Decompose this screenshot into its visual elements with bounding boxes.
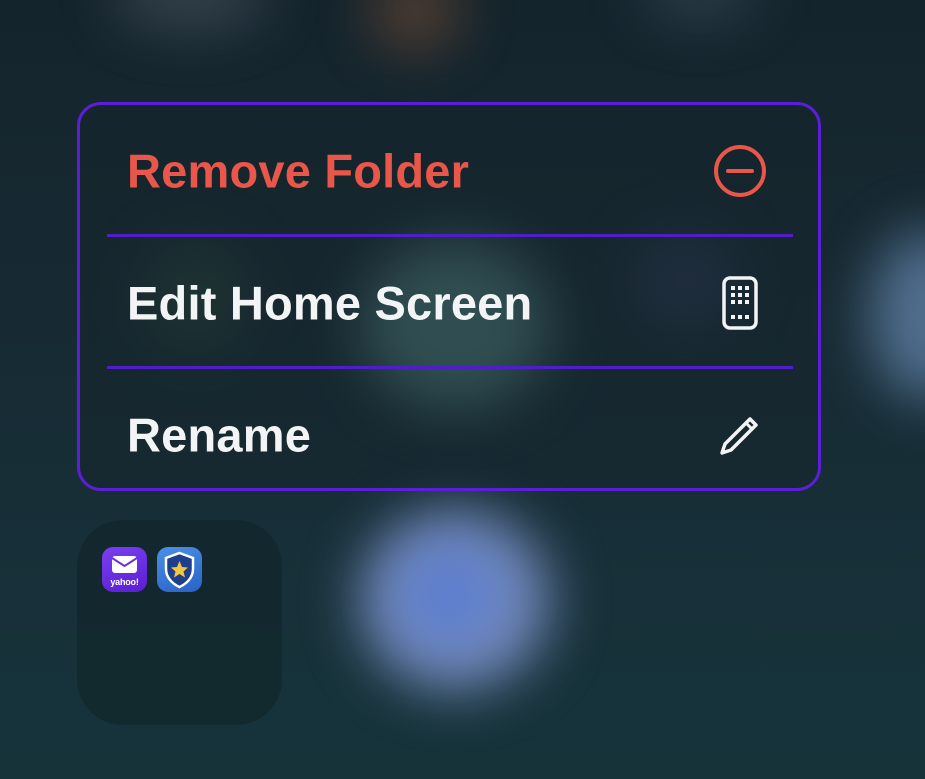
blurred-background-app xyxy=(640,0,760,20)
pencil-icon xyxy=(712,407,768,463)
yahoo-app-label: yahoo! xyxy=(110,577,139,587)
shield-star-app-icon[interactable] xyxy=(157,547,202,592)
remove-folder-label: Remove Folder xyxy=(127,144,470,197)
folder-context-menu: Remove Folder Edit Home Screen Rename xyxy=(77,102,821,491)
remove-folder-menu-item[interactable]: Remove Folder xyxy=(80,105,818,236)
yahoo-mail-app-icon[interactable]: yahoo! xyxy=(102,547,147,592)
blurred-background-app xyxy=(370,0,460,50)
edit-home-screen-label: Edit Home Screen xyxy=(127,276,533,329)
home-screen: Remove Folder Edit Home Screen Rename ya… xyxy=(0,0,925,779)
blurred-background-app xyxy=(110,0,270,30)
phone-apps-icon xyxy=(712,275,768,331)
rename-menu-item[interactable]: Rename xyxy=(80,369,818,488)
app-folder[interactable]: yahoo! xyxy=(77,520,282,725)
blurred-background-app xyxy=(400,545,500,645)
minus-circle-icon xyxy=(712,143,768,199)
edit-home-screen-menu-item[interactable]: Edit Home Screen xyxy=(80,237,818,368)
blurred-background-app xyxy=(870,230,925,400)
rename-label: Rename xyxy=(127,408,312,461)
